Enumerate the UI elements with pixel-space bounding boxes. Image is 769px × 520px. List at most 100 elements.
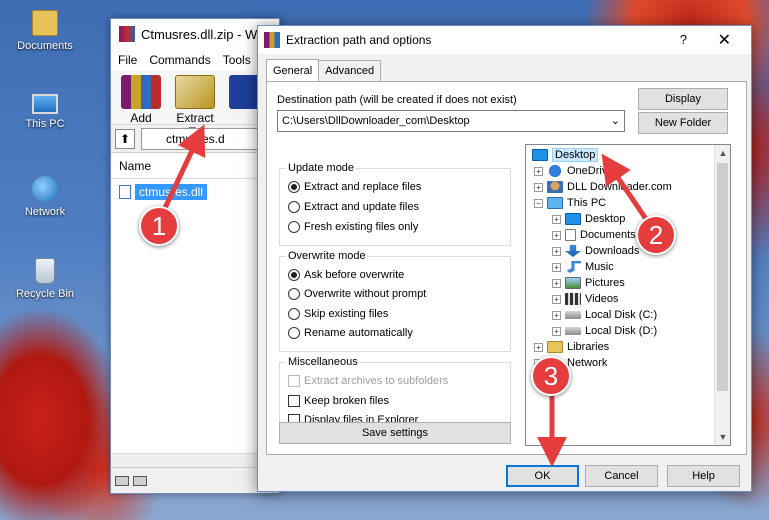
tree-item-desktop[interactable]: Desktop: [532, 147, 599, 163]
desktop-documents-icon[interactable]: Documents: [10, 10, 80, 52]
display-button[interactable]: Display: [638, 88, 728, 110]
expand-icon[interactable]: +: [534, 342, 543, 352]
radio-fresh-existing[interactable]: Fresh existing files only: [288, 221, 418, 233]
checkbox[interactable]: [288, 395, 300, 407]
tree-item-videos[interactable]: + Videos: [552, 291, 618, 307]
add-button[interactable]: Add: [119, 75, 163, 125]
radio-extract-replace[interactable]: Extract and replace files: [288, 181, 421, 193]
status-bar: [111, 467, 279, 493]
destination-path-input[interactable]: C:\Users\DllDownloader_com\Desktop ⌄: [277, 110, 625, 132]
extract-to-button[interactable]: Extract To: [173, 75, 217, 139]
expand-icon[interactable]: +: [552, 310, 561, 320]
horizontal-scrollbar[interactable]: [111, 453, 279, 467]
collapse-icon[interactable]: −: [534, 198, 543, 208]
tree-item-user[interactable]: + DLL Downloader.com: [534, 179, 672, 195]
menu-tools[interactable]: Tools: [223, 53, 251, 67]
tree-item-label: Desktop: [552, 148, 599, 162]
scroll-up-icon[interactable]: ▲: [715, 145, 730, 161]
folder-tree[interactable]: Desktop + OneDrive + DLL Downloader.com …: [525, 144, 731, 446]
drive-icon: [115, 475, 129, 486]
tree-item-disk-d[interactable]: + Local Disk (D:): [552, 323, 657, 339]
radio-skip-existing[interactable]: Skip existing files: [288, 308, 388, 320]
overwrite-mode-group: Overwrite mode Ask before overwrite Over…: [279, 250, 511, 352]
tree-item-label: Downloads: [585, 245, 640, 257]
expand-icon[interactable]: +: [534, 182, 543, 192]
tree-item-documents[interactable]: + Documents: [552, 227, 636, 243]
option-label: Skip existing files: [304, 308, 389, 320]
expand-icon[interactable]: +: [552, 230, 561, 240]
menu-file[interactable]: File: [118, 53, 137, 67]
option-label: Rename automatically: [304, 327, 413, 339]
radio-button[interactable]: [288, 288, 300, 300]
pictures-icon: [565, 277, 581, 289]
desktop-icon-label: This PC: [25, 118, 65, 130]
dialog-titlebar[interactable]: Extraction path and options ? ✕: [258, 26, 751, 54]
radio-ask-overwrite[interactable]: Ask before overwrite: [288, 269, 404, 281]
tree-item-label: DLL Downloader.com: [567, 181, 672, 193]
winrar-titlebar[interactable]: Ctmusres.dll.zip - W: [111, 19, 279, 49]
chevron-down-icon[interactable]: ⌄: [611, 114, 620, 127]
expand-icon[interactable]: +: [552, 294, 561, 304]
radio-button[interactable]: [288, 327, 300, 339]
tree-item-pictures[interactable]: + Pictures: [552, 275, 625, 291]
up-folder-button[interactable]: ⬆: [115, 128, 135, 149]
check-extract-subfolders: Extract archives to subfolders: [288, 375, 448, 387]
computer-icon: [32, 94, 58, 114]
radio-button[interactable]: [288, 221, 300, 233]
tab-bar: General Advanced: [266, 59, 382, 81]
tree-item-libraries[interactable]: + Libraries: [534, 339, 609, 355]
videos-icon: [565, 293, 581, 305]
new-folder-button[interactable]: New Folder: [638, 112, 728, 134]
user-icon: [547, 181, 563, 193]
expand-icon[interactable]: +: [552, 326, 561, 336]
tree-item-label: This PC: [567, 197, 607, 209]
address-field[interactable]: ctmusres.d: [141, 127, 275, 150]
cancel-button[interactable]: Cancel: [585, 465, 658, 487]
help-icon[interactable]: ?: [680, 32, 687, 47]
check-keep-broken[interactable]: Keep broken files: [288, 395, 389, 407]
close-icon[interactable]: ✕: [718, 30, 731, 50]
desktop-network-icon[interactable]: Network: [10, 176, 80, 218]
tab-advanced[interactable]: Advanced: [318, 60, 382, 81]
expand-icon[interactable]: +: [534, 166, 543, 176]
menu-commands[interactable]: Commands: [149, 53, 210, 67]
radio-button[interactable]: [288, 201, 300, 213]
group-title: Miscellaneous: [286, 356, 360, 368]
tree-item-music[interactable]: + Music: [552, 259, 614, 275]
radio-rename-auto[interactable]: Rename automatically: [288, 327, 413, 339]
winrar-icon: [119, 26, 135, 42]
desktop-recycle-bin-icon[interactable]: Recycle Bin: [10, 258, 80, 300]
tree-item-this-pc[interactable]: − This PC: [534, 195, 606, 211]
expand-icon[interactable]: +: [552, 262, 561, 272]
tree-item-label: Local Disk (D:): [585, 325, 658, 337]
scroll-down-icon[interactable]: ▼: [715, 429, 730, 445]
save-settings-button[interactable]: Save settings: [279, 422, 511, 444]
tree-item-onedrive[interactable]: + OneDrive: [534, 163, 613, 179]
desktop-icon: [532, 149, 548, 161]
desktop-this-pc-icon[interactable]: This PC: [10, 94, 80, 130]
radio-button[interactable]: [288, 269, 300, 281]
radio-button[interactable]: [288, 308, 300, 320]
ok-button[interactable]: OK: [506, 465, 579, 487]
column-header-name[interactable]: Name: [111, 153, 279, 179]
winrar-title: Ctmusres.dll.zip - W: [141, 26, 258, 42]
tree-item-disk-c[interactable]: + Local Disk (C:): [552, 307, 657, 323]
expand-icon[interactable]: +: [552, 246, 561, 256]
expand-icon[interactable]: +: [552, 214, 561, 224]
list-item[interactable]: ctmusres.dll: [119, 183, 279, 201]
group-title: Overwrite mode: [286, 250, 368, 262]
radio-extract-update[interactable]: Extract and update files: [288, 201, 419, 213]
tree-item-label: Network: [567, 357, 608, 369]
tree-scrollbar[interactable]: ▲ ▼: [714, 145, 730, 445]
group-title: Update mode: [286, 162, 357, 174]
radio-button[interactable]: [288, 181, 300, 193]
tab-general[interactable]: General: [266, 59, 320, 81]
music-icon: [566, 261, 581, 273]
expand-icon[interactable]: +: [552, 278, 561, 288]
tree-item-pc-desktop[interactable]: + Desktop: [552, 211, 625, 227]
scroll-thumb[interactable]: [717, 163, 728, 391]
radio-overwrite-no-prompt[interactable]: Overwrite without prompt: [288, 288, 426, 300]
help-button[interactable]: Help: [667, 465, 740, 487]
tree-item-downloads[interactable]: + Downloads: [552, 243, 639, 259]
option-label: Extract and update files: [304, 201, 419, 213]
